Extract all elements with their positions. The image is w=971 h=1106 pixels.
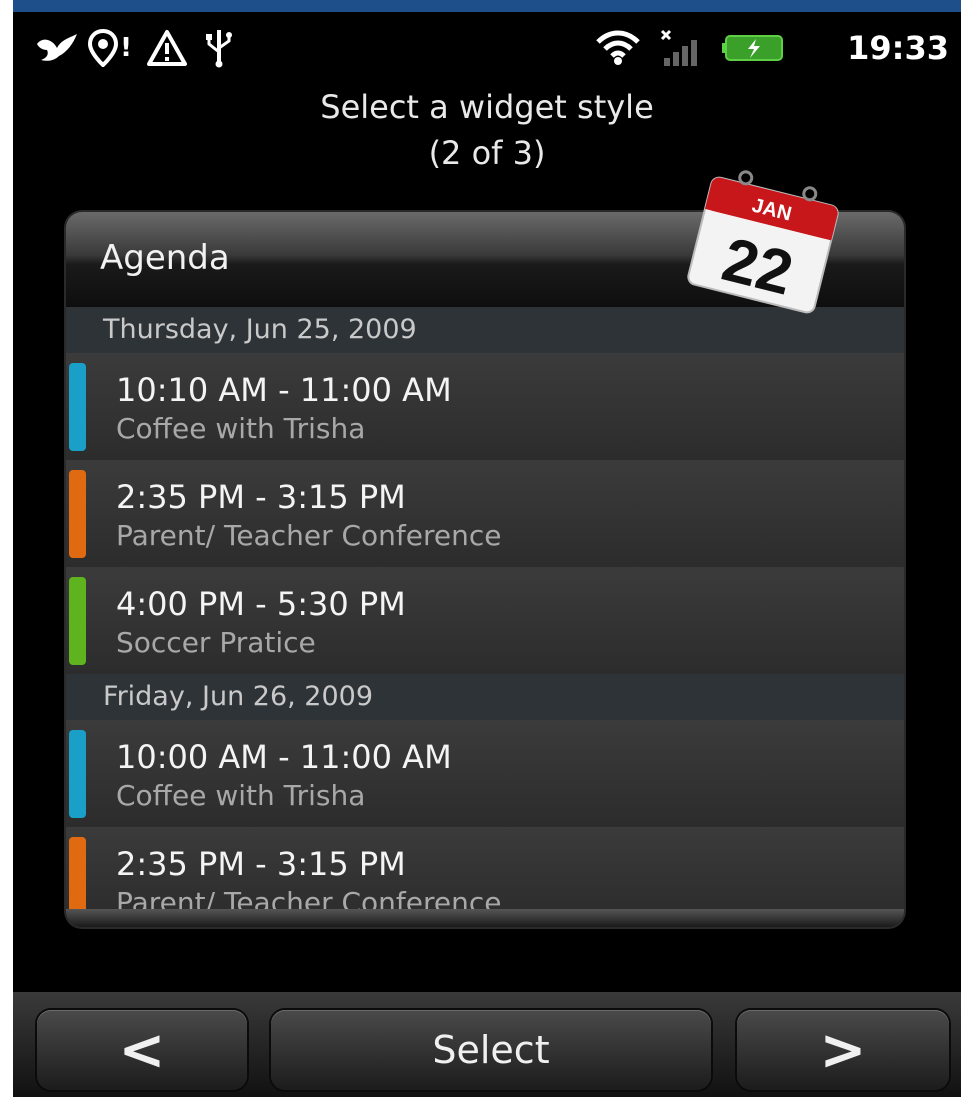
bird-icon	[33, 28, 81, 68]
next-style-button[interactable]: >	[737, 1010, 949, 1090]
event-color-bar	[69, 730, 86, 818]
event-time: 10:10 AM - 11:00 AM	[116, 371, 452, 409]
event-title: Parent/ Teacher Conference	[116, 519, 502, 552]
previous-style-button[interactable]: <	[37, 1010, 247, 1090]
chevron-right-icon: >	[819, 1017, 867, 1083]
alert-glyph: !	[120, 33, 132, 63]
agenda-event[interactable]: 4:00 PM - 5:30 PM Soccer Pratice	[66, 567, 904, 675]
event-time: 4:00 PM - 5:30 PM	[116, 585, 406, 623]
event-title: Soccer Pratice	[116, 626, 316, 659]
agenda-event[interactable]: 10:00 AM - 11:00 AM Coffee with Trisha	[66, 720, 904, 828]
agenda-widget-footer	[66, 909, 904, 927]
agenda-event[interactable]: 2:35 PM - 3:15 PM Parent/ Teacher Confer…	[66, 827, 904, 918]
calendar-icon: JAN 22	[668, 170, 858, 320]
select-button[interactable]: Select	[271, 1010, 711, 1090]
phone-screen: ! 19:33 Select a widget style (2 of 3) A…	[13, 12, 961, 1097]
wifi-icon	[593, 28, 643, 68]
agenda-event[interactable]: 2:35 PM - 3:15 PM Parent/ Teacher Confer…	[66, 460, 904, 568]
event-color-bar	[69, 470, 86, 558]
header-title: Select a widget style	[320, 88, 654, 126]
warning-icon	[143, 28, 191, 68]
chevron-left-icon: <	[118, 1017, 166, 1083]
event-title: Coffee with Trisha	[116, 779, 366, 812]
event-title: Coffee with Trisha	[116, 412, 366, 445]
agenda-day-header: Friday, Jun 26, 2009	[66, 674, 904, 720]
agenda-event[interactable]: 10:10 AM - 11:00 AM Coffee with Trisha	[66, 353, 904, 461]
status-time: 19:33	[847, 29, 949, 67]
window-frame-top	[0, 0, 971, 12]
event-color-bar	[69, 363, 86, 451]
location-alert-icon: !	[85, 28, 135, 68]
signal-icon	[653, 28, 705, 68]
window-frame-left	[0, 0, 13, 1106]
event-color-bar	[69, 577, 86, 665]
bottom-action-bar: < Select >	[13, 992, 961, 1097]
agenda-title: Agenda	[100, 238, 230, 278]
battery-icon	[719, 28, 789, 68]
window-frame-right	[961, 0, 971, 1106]
event-time: 2:35 PM - 3:15 PM	[116, 845, 406, 883]
event-color-bar	[69, 837, 86, 917]
usb-icon	[199, 28, 239, 68]
event-time: 2:35 PM - 3:15 PM	[116, 478, 406, 516]
widget-style-header: Select a widget style (2 of 3)	[13, 84, 961, 176]
status-bar: ! 19:33	[13, 12, 961, 82]
event-time: 10:00 AM - 11:00 AM	[116, 738, 452, 776]
